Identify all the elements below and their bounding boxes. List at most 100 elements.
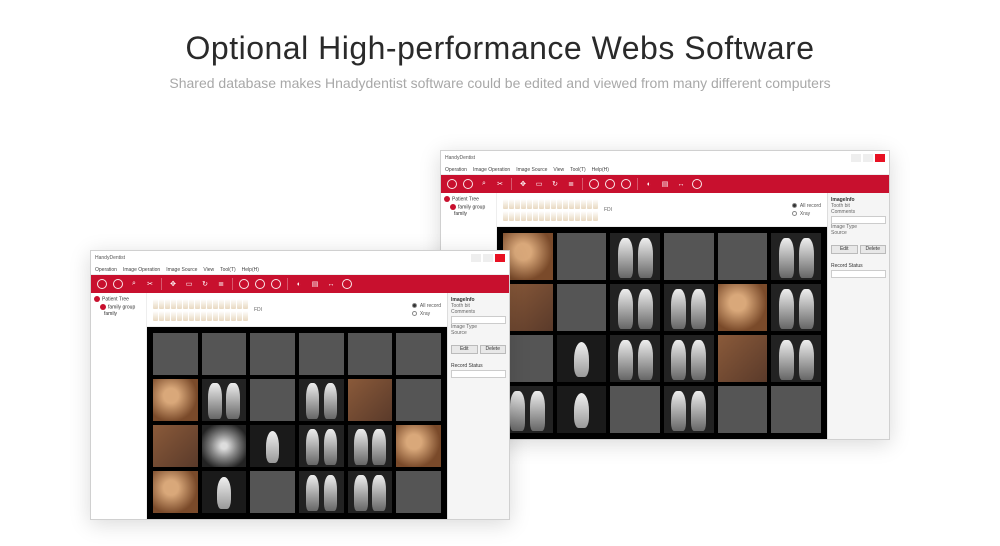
menu-item[interactable]: Image Source	[166, 267, 197, 273]
crop-icon[interactable]: ▭	[184, 279, 194, 289]
comments-input[interactable]	[451, 316, 506, 324]
layers-icon[interactable]: ≣	[566, 179, 576, 189]
thumbnail-empty[interactable]	[202, 333, 247, 375]
thumbnail[interactable]	[299, 471, 344, 513]
menu-item[interactable]: View	[203, 267, 214, 273]
legend-all[interactable]: All record	[792, 203, 821, 209]
settings-icon[interactable]	[342, 279, 352, 289]
zoom-icon[interactable]: ⌕	[129, 279, 139, 289]
thumbnail[interactable]	[664, 284, 714, 331]
thumbnail[interactable]	[202, 379, 247, 421]
thumbnail[interactable]	[348, 379, 393, 421]
thumbnail[interactable]	[664, 386, 714, 433]
compare-icon[interactable]	[271, 279, 281, 289]
maximize-button[interactable]	[483, 254, 493, 262]
thumbnail[interactable]	[250, 425, 295, 467]
teeth-chart-lower[interactable]	[503, 211, 598, 221]
thumbnail[interactable]	[557, 386, 607, 433]
teeth-chart-lower[interactable]	[153, 311, 248, 321]
filter-icon[interactable]: ▤	[660, 179, 670, 189]
thumbnail-empty[interactable]	[348, 333, 393, 375]
thumbnail[interactable]	[610, 335, 660, 382]
thumbnail[interactable]	[610, 284, 660, 331]
thumbnail-empty[interactable]	[557, 284, 607, 331]
comments-input[interactable]	[831, 216, 886, 224]
thumbnail[interactable]	[771, 233, 821, 280]
close-button[interactable]	[495, 254, 505, 262]
legend-all[interactable]: All record	[412, 303, 441, 309]
measure-icon[interactable]: ↔	[326, 279, 336, 289]
thumbnail-empty[interactable]	[664, 233, 714, 280]
thumbnail[interactable]	[557, 335, 607, 382]
menu-item[interactable]: Operation	[95, 267, 117, 273]
filter-icon[interactable]: ▤	[310, 279, 320, 289]
menu-item[interactable]: Operation	[445, 167, 467, 173]
thumbnail[interactable]	[348, 471, 393, 513]
thumbnail[interactable]	[202, 471, 247, 513]
rotate-icon[interactable]: ↻	[200, 279, 210, 289]
thumbnail[interactable]	[202, 425, 247, 467]
thumbnail[interactable]	[718, 284, 768, 331]
grid-icon[interactable]	[589, 179, 599, 189]
forward-icon[interactable]	[463, 179, 473, 189]
delete-button[interactable]: Delete	[860, 245, 887, 254]
status-input[interactable]	[451, 370, 506, 378]
menu-item[interactable]: Tool(T)	[570, 167, 586, 173]
thumbnail[interactable]	[503, 233, 553, 280]
layers-icon[interactable]: ≣	[216, 279, 226, 289]
thumbnail[interactable]	[771, 335, 821, 382]
menu-item[interactable]: Image Source	[516, 167, 547, 173]
thumbnail-empty[interactable]	[153, 333, 198, 375]
teeth-chart-upper[interactable]	[153, 299, 248, 309]
zoom-icon[interactable]: ⌕	[479, 179, 489, 189]
back-icon[interactable]	[447, 179, 457, 189]
crop-icon[interactable]: ▭	[534, 179, 544, 189]
adjust-icon[interactable]: ◐	[644, 179, 654, 189]
thumbnail-empty[interactable]	[396, 471, 441, 513]
thumbnail[interactable]	[153, 425, 198, 467]
cut-icon[interactable]: ✂	[145, 279, 155, 289]
legend-xray[interactable]: Xray	[412, 311, 441, 317]
thumbnail[interactable]	[153, 379, 198, 421]
thumbnail-empty[interactable]	[250, 471, 295, 513]
pan-icon[interactable]: ✥	[168, 279, 178, 289]
thumbnail[interactable]	[503, 284, 553, 331]
settings-icon[interactable]	[692, 179, 702, 189]
back-icon[interactable]	[97, 279, 107, 289]
pan-icon[interactable]: ✥	[518, 179, 528, 189]
delete-button[interactable]: Delete	[480, 345, 507, 354]
menu-item[interactable]: Tool(T)	[220, 267, 236, 273]
thumbnail[interactable]	[771, 284, 821, 331]
grid-icon[interactable]	[239, 279, 249, 289]
menu-item[interactable]: View	[553, 167, 564, 173]
thumbnail[interactable]	[610, 233, 660, 280]
thumbnail[interactable]	[664, 335, 714, 382]
edit-button[interactable]: Edit	[451, 345, 478, 354]
menu-item[interactable]: Image Operation	[473, 167, 510, 173]
rotate-icon[interactable]: ↻	[550, 179, 560, 189]
teeth-chart-upper[interactable]	[503, 199, 598, 209]
thumbnail-empty[interactable]	[396, 333, 441, 375]
thumbnail-empty[interactable]	[610, 386, 660, 433]
tree-item[interactable]: family	[94, 311, 143, 317]
thumbnail[interactable]	[348, 425, 393, 467]
thumbnail-empty[interactable]	[396, 379, 441, 421]
thumbnail[interactable]	[503, 386, 553, 433]
status-input[interactable]	[831, 270, 886, 278]
maximize-button[interactable]	[863, 154, 873, 162]
thumbnail-empty[interactable]	[250, 379, 295, 421]
thumbnail[interactable]	[396, 425, 441, 467]
close-button[interactable]	[875, 154, 885, 162]
minimize-button[interactable]	[851, 154, 861, 162]
thumbnail[interactable]	[153, 471, 198, 513]
measure-icon[interactable]: ↔	[676, 179, 686, 189]
thumbnail[interactable]	[299, 425, 344, 467]
catalog-icon[interactable]	[605, 179, 615, 189]
thumbnail-empty[interactable]	[250, 333, 295, 375]
catalog-icon[interactable]	[255, 279, 265, 289]
tree-item[interactable]: family	[444, 211, 493, 217]
menu-item[interactable]: Help(H)	[592, 167, 609, 173]
adjust-icon[interactable]: ◐	[294, 279, 304, 289]
thumbnail-empty[interactable]	[718, 386, 768, 433]
thumbnail-empty[interactable]	[718, 233, 768, 280]
